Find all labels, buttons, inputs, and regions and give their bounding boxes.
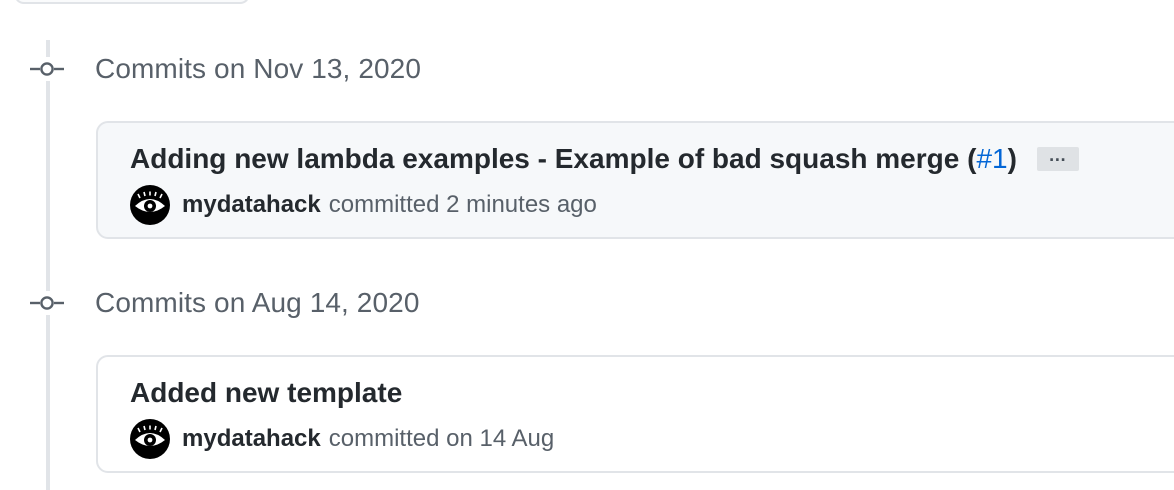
- commit-group-date: Commits on Aug 14, 2020: [95, 287, 420, 318]
- commit-history-page: Commits on Nov 13, 2020 Adding new lambd…: [0, 0, 1174, 490]
- commit-group-header: Commits on Aug 14, 2020: [28, 283, 420, 323]
- commit-message-text[interactable]: Adding new lambda examples - Example of …: [130, 143, 976, 174]
- commit-message[interactable]: Adding new lambda examples - Example of …: [130, 143, 1017, 175]
- commit-list-item[interactable]: Adding new lambda examples - Example of …: [96, 121, 1174, 239]
- commit-meta: mydatahack committed on 14 Aug: [130, 419, 554, 459]
- expand-message-button[interactable]: …: [1036, 145, 1079, 171]
- commit-group-date: Commits on Nov 13, 2020: [95, 53, 422, 84]
- eye-avatar-icon[interactable]: [130, 419, 170, 459]
- eye-avatar-icon[interactable]: [130, 185, 170, 225]
- previous-control-stub: [14, 0, 250, 4]
- commit-author-link[interactable]: mydatahack: [182, 191, 321, 219]
- git-commit-icon: [28, 57, 66, 81]
- commit-author-link[interactable]: mydatahack: [182, 425, 321, 453]
- commit-message-suffix[interactable]: ): [1008, 143, 1017, 174]
- commit-timestamp: committed on 14 Aug: [328, 425, 555, 452]
- commit-message-text[interactable]: Added new template: [130, 377, 402, 409]
- pull-request-link[interactable]: #1: [976, 143, 1007, 174]
- commit-group-header: Commits on Nov 13, 2020: [28, 49, 421, 89]
- ellipsis-icon: …: [1048, 145, 1068, 165]
- commit-title-row: Adding new lambda examples - Example of …: [130, 143, 1079, 175]
- commit-title-row: Added new template: [130, 377, 402, 409]
- git-commit-icon: [28, 291, 66, 315]
- timeline-line: [46, 40, 50, 490]
- commit-list-item[interactable]: Added new template mydatahack committed …: [96, 355, 1174, 473]
- commit-timestamp: committed 2 minutes ago: [328, 191, 597, 218]
- commit-meta: mydatahack committed 2 minutes ago: [130, 185, 597, 225]
